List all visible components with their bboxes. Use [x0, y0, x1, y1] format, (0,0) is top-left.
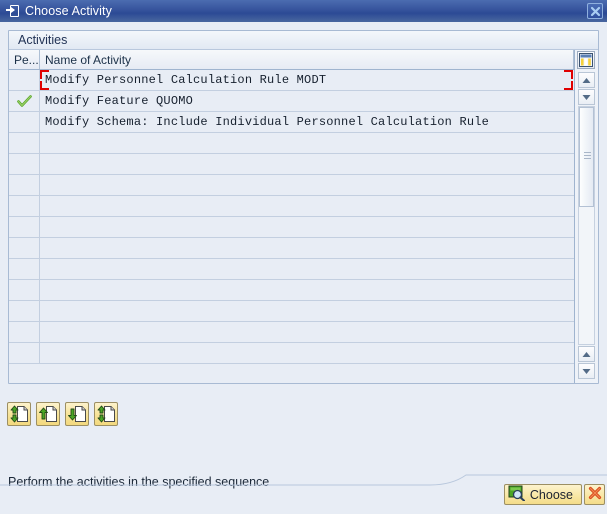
dialog-export-icon	[6, 4, 20, 18]
document-up-down-arrow-icon	[9, 404, 29, 424]
activities-group-label: Activities	[18, 33, 68, 47]
activity-name-cell	[40, 217, 574, 237]
table-row-empty[interactable]	[9, 280, 574, 301]
table-row-empty[interactable]	[9, 343, 574, 364]
row-status-cell	[9, 280, 40, 300]
table-row[interactable]: Modify Schema: Include Individual Person…	[9, 112, 574, 133]
expand-button[interactable]	[65, 402, 89, 426]
selection-bracket	[564, 70, 573, 79]
table-row-empty[interactable]	[9, 133, 574, 154]
row-status-cell	[9, 154, 40, 174]
activity-name-cell	[40, 238, 574, 258]
activity-name-cell	[40, 322, 574, 342]
table-scrollbar	[575, 50, 597, 383]
table-row[interactable]: Modify Feature QUOMO	[9, 91, 574, 112]
selection-bracket	[40, 70, 49, 79]
red-x-icon	[588, 486, 602, 503]
activity-name-cell	[40, 259, 574, 279]
activities-group-header: Activities	[9, 31, 598, 50]
window-titlebar: Choose Activity	[0, 0, 607, 22]
activity-name-cell	[40, 280, 574, 300]
expand-collapse-all-button[interactable]	[7, 402, 31, 426]
activity-name-cell	[40, 343, 574, 363]
row-status-cell	[9, 217, 40, 237]
collapse-button[interactable]	[36, 402, 60, 426]
cancel-button[interactable]	[584, 484, 605, 505]
activity-name-cell[interactable]: Modify Schema: Include Individual Person…	[40, 112, 574, 132]
close-icon[interactable]	[587, 3, 603, 19]
column-header-name-of-activity[interactable]: Name of Activity	[40, 50, 574, 69]
activity-name-cell[interactable]: Modify Personnel Calculation Rule MODT	[40, 70, 574, 90]
activity-name-cell	[40, 196, 574, 216]
scroll-down-icon[interactable]	[578, 89, 595, 105]
scroll-up-icon[interactable]	[578, 72, 595, 88]
row-status-cell	[9, 322, 40, 342]
document-up-arrow-icon	[38, 404, 58, 424]
table-header-row: Pe... Name of Activity	[9, 50, 574, 70]
table-row-empty[interactable]	[9, 259, 574, 280]
expand-collapse-node-button[interactable]	[94, 402, 118, 426]
row-status-cell	[9, 196, 40, 216]
table-row-empty[interactable]	[9, 322, 574, 343]
table-row-empty[interactable]	[9, 154, 574, 175]
table-row-empty[interactable]	[9, 238, 574, 259]
activities-groupbox: Activities Pe... Name of Activity Modify…	[8, 30, 599, 384]
scrollbar-track[interactable]	[578, 106, 595, 345]
choose-magnifier-icon	[508, 485, 525, 504]
dialog-footer: Choose	[0, 470, 607, 514]
table-row-empty[interactable]	[9, 301, 574, 322]
row-status-cell	[9, 238, 40, 258]
table-rows: Modify Personnel Calculation Rule MODT Mo…	[9, 70, 574, 383]
table-settings-icon[interactable]	[577, 51, 595, 69]
table-row-empty[interactable]	[9, 196, 574, 217]
window-title: Choose Activity	[25, 4, 112, 18]
document-up-down-arrow-icon	[96, 404, 116, 424]
scroll-up-icon[interactable]	[578, 346, 595, 362]
table-row-empty[interactable]	[9, 175, 574, 196]
activity-name-cell	[40, 154, 574, 174]
activity-name-cell	[40, 133, 574, 153]
activities-table-grid: Pe... Name of Activity Modify Personnel …	[9, 50, 575, 383]
row-status-cell	[9, 259, 40, 279]
row-status-cell	[9, 70, 40, 90]
row-status-cell	[9, 112, 40, 132]
selection-bracket	[40, 81, 49, 90]
table-row-empty[interactable]	[9, 217, 574, 238]
green-check-icon	[9, 91, 40, 111]
choose-button[interactable]: Choose	[503, 484, 582, 505]
table-row[interactable]: Modify Personnel Calculation Rule MODT	[9, 70, 574, 91]
activity-name-cell	[40, 301, 574, 321]
row-status-cell	[9, 175, 40, 195]
choose-button-label: Choose	[529, 487, 573, 502]
row-status-cell	[9, 343, 40, 363]
dialog-body: Activities Pe... Name of Activity Modify…	[0, 22, 607, 514]
scrollbar-thumb[interactable]	[579, 107, 594, 207]
row-status-cell	[9, 133, 40, 153]
activities-table: Pe... Name of Activity Modify Personnel …	[9, 50, 598, 383]
activity-name-cell	[40, 175, 574, 195]
document-down-arrow-icon	[67, 404, 87, 424]
activity-name-cell[interactable]: Modify Feature QUOMO	[40, 91, 574, 111]
scroll-thumb-grip-icon	[584, 152, 591, 162]
column-header-performed[interactable]: Pe...	[9, 50, 40, 69]
activities-toolbar	[7, 402, 118, 426]
scroll-down-icon[interactable]	[578, 363, 595, 379]
row-status-cell	[9, 301, 40, 321]
selection-bracket	[564, 81, 573, 90]
